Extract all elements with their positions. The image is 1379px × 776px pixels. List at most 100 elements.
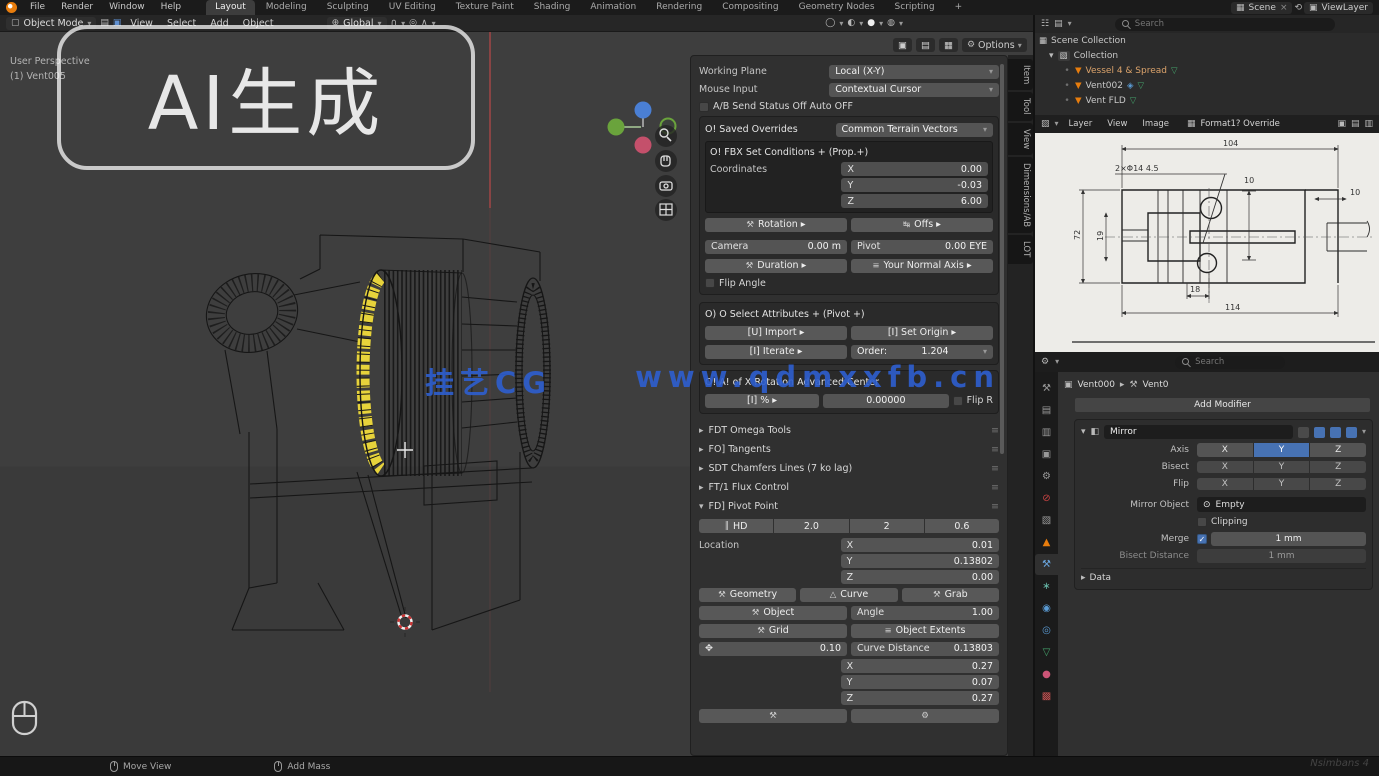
location-z-field[interactable]: Z0.00	[841, 570, 999, 584]
menu-help[interactable]: Help	[154, 0, 189, 15]
axis-z-button[interactable]: Z	[1310, 443, 1366, 457]
coordinate-z-field[interactable]: Z6.00	[841, 194, 988, 208]
normal-axis-button[interactable]: ≡Your Normal Axis ▸	[851, 259, 993, 273]
tab-rendering[interactable]: Rendering	[647, 0, 711, 15]
outliner-search-input[interactable]	[1135, 19, 1328, 29]
bisect-z-button[interactable]: Z	[1310, 461, 1366, 473]
sidebar-tab-item[interactable]: Item	[1008, 59, 1033, 90]
mouse-input-dropdown[interactable]: Contextual Cursor	[829, 83, 999, 97]
segment-2-button[interactable]: 2	[850, 519, 924, 533]
tab-sculpting[interactable]: Sculpting	[318, 0, 378, 15]
partial-button-left[interactable]: ⚒	[699, 709, 847, 723]
spacing-field[interactable]: ✥0.10	[699, 642, 847, 656]
pan-button[interactable]	[655, 150, 677, 172]
mode-toggle-icon[interactable]: ▣	[113, 18, 122, 28]
flip-x-button[interactable]: X	[1197, 478, 1253, 490]
segment-hd-button[interactable]: ‖HD	[699, 519, 773, 533]
editor-caret-icon[interactable]	[1055, 119, 1059, 129]
sidebar-tab-view[interactable]: View	[1008, 123, 1033, 155]
drag-grip-icon[interactable]	[991, 463, 999, 474]
shading-rendered-icon[interactable]: ◍	[887, 18, 895, 28]
orientation-dropdown[interactable]: ⊕ Global	[327, 17, 387, 30]
realtime-toggle[interactable]	[1314, 427, 1325, 438]
falloff-icon[interactable]: ∧	[421, 18, 428, 28]
object-extents-button[interactable]: ≡Object Extents	[851, 624, 999, 638]
merge-checkbox[interactable]	[1197, 534, 1207, 544]
menu-image[interactable]: Image	[1137, 119, 1174, 129]
iterate-button[interactable]: [I] Iterate ▸	[705, 345, 847, 359]
scene-selector[interactable]: ▦ Scene ×	[1231, 2, 1293, 14]
new-scene-icon[interactable]: ⟲	[1294, 3, 1302, 13]
tab-compositing[interactable]: Compositing	[713, 0, 787, 15]
location-y-field[interactable]: Y0.13802	[841, 554, 999, 568]
outliner-object-row[interactable]: • ▼ Vent002 ◈ ▽	[1035, 78, 1379, 93]
unlink-icon[interactable]: ×	[1280, 3, 1288, 13]
flip-y-button[interactable]: Y	[1254, 478, 1310, 490]
vector-z-field[interactable]: Z0.27	[841, 691, 999, 705]
breadcrumb-object[interactable]: Vent000	[1078, 380, 1115, 390]
shading-caret-icon[interactable]	[859, 18, 863, 29]
menu-render[interactable]: Render	[54, 0, 100, 15]
shading-caret-icon[interactable]	[899, 18, 903, 29]
tab-texture-paint[interactable]: Texture Paint	[447, 0, 523, 15]
data-section[interactable]: Data	[1090, 573, 1112, 583]
pivot-distance-field[interactable]: Pivot0.00 EYE	[851, 240, 993, 254]
mirror-object-field[interactable]: ⊙ Empty	[1197, 497, 1366, 512]
clipping-checkbox[interactable]	[1197, 517, 1207, 527]
percent-value-field[interactable]: 0.00000	[823, 394, 948, 408]
object-button[interactable]: ⚒Object	[699, 606, 847, 620]
shading-material-icon[interactable]: ●	[867, 18, 875, 28]
pin-icon[interactable]: ▣	[1337, 119, 1346, 129]
rotation-button[interactable]: ⚒Rotation ▸	[705, 218, 847, 232]
render-toggle[interactable]	[1330, 427, 1341, 438]
section-omega-tools[interactable]: FDT Omega Tools	[699, 421, 999, 440]
shading-caret-icon[interactable]	[879, 18, 883, 29]
duration-button[interactable]: ⚒Duration ▸	[705, 259, 847, 273]
sidebar-tab-dimensions[interactable]: Dimensions/AB	[1008, 157, 1033, 233]
bisect-y-button[interactable]: Y	[1254, 461, 1310, 473]
tab-modeling[interactable]: Modeling	[257, 0, 316, 15]
panel-scrollbar[interactable]	[1000, 64, 1004, 454]
visibility-dot[interactable]: •	[1063, 96, 1071, 106]
segment-20-button[interactable]: 2.0	[774, 519, 848, 533]
curve-button[interactable]: △Curve	[800, 588, 897, 602]
outliner-search[interactable]	[1115, 18, 1335, 31]
camera-distance-field[interactable]: Camera0.00 m	[705, 240, 847, 254]
cad-drawing-canvas[interactable]: 104 114 72 19 10 10 18 2×Φ14 4.5	[1035, 133, 1379, 352]
sidebar-tab-lot[interactable]: LOT	[1008, 235, 1033, 263]
tab-shading[interactable]: Shading	[525, 0, 580, 15]
sidebar-tab-tool[interactable]: Tool	[1008, 92, 1033, 121]
overrides-dropdown[interactable]: Common Terrain Vectors	[836, 123, 993, 137]
add-modifier-button[interactable]: Add Modifier	[1074, 397, 1371, 413]
drag-grip-icon[interactable]	[991, 501, 999, 512]
bisect-x-button[interactable]: X	[1197, 461, 1253, 473]
section-flux-control[interactable]: FT/1 Flux Control	[699, 478, 999, 497]
outliner-object-row[interactable]: • ▼ Vent FLD ▽	[1035, 93, 1379, 108]
modifier-name-field[interactable]: Mirror	[1104, 425, 1293, 439]
blender-logo-icon[interactable]	[6, 2, 17, 13]
menu-layer[interactable]: Layer	[1064, 119, 1098, 129]
tab-material-icon[interactable]: ●	[1035, 664, 1058, 685]
grab-button[interactable]: ⚒Grab	[902, 588, 999, 602]
outliner-collection-row[interactable]: ▧ Collection	[1035, 48, 1379, 63]
filter-icon[interactable]: ▤	[1054, 19, 1063, 29]
section-pivot-point[interactable]: FD] Pivot Point	[699, 497, 999, 516]
collapse-icon[interactable]	[1049, 51, 1054, 61]
viewlayer-selector[interactable]: ▣ ViewLayer	[1304, 2, 1373, 14]
flip-r-checkbox[interactable]	[953, 396, 963, 406]
tab-modifiers-icon[interactable]: ⚒	[1035, 554, 1058, 575]
import-button[interactable]: [U] Import ▸	[705, 326, 847, 340]
menu-add[interactable]: Add	[205, 18, 233, 29]
lock-icon[interactable]: ▤	[1351, 119, 1360, 129]
partial-button-right[interactable]: ⚙	[851, 709, 999, 723]
drag-grip-icon[interactable]	[991, 425, 999, 436]
merge-value-field[interactable]: 1 mm	[1211, 532, 1366, 546]
tab-world-icon[interactable]: ⊘	[1035, 488, 1058, 509]
vector-y-field[interactable]: Y0.07	[841, 675, 999, 689]
grid-button[interactable]: ⚒Grid	[699, 624, 847, 638]
vector-x-field[interactable]: X0.27	[841, 659, 999, 673]
menu-file[interactable]: File	[23, 0, 52, 15]
filter-caret-icon[interactable]	[1068, 19, 1072, 29]
visibility-dot[interactable]: •	[1063, 66, 1071, 76]
properties-search[interactable]	[1175, 356, 1285, 369]
